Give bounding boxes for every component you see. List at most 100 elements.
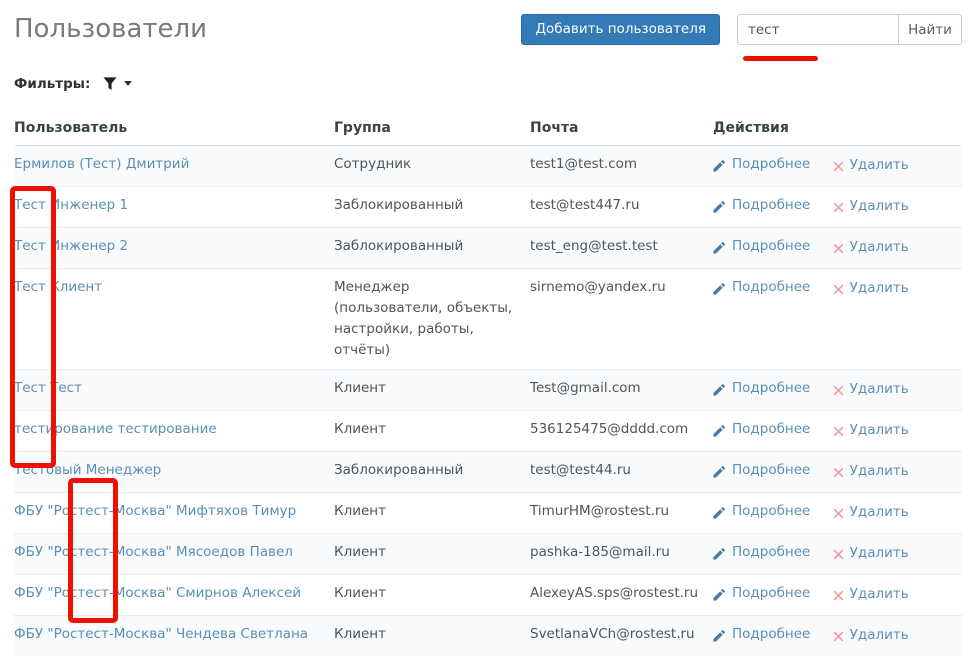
pencil-icon bbox=[713, 547, 726, 560]
filters-label: Фильтры: bbox=[14, 76, 90, 92]
actions-cell: Подробнее Удалить bbox=[713, 146, 962, 187]
group-cell: Клиент bbox=[334, 411, 530, 452]
user-link[interactable]: ФБУ "Ростест-Москва" Смирнов Алексей bbox=[14, 585, 301, 601]
user-cell: Ермилов (Тест) Дмитрий bbox=[14, 146, 334, 187]
user-link[interactable]: Тестовый Менеджер bbox=[14, 462, 161, 478]
delete-x-icon bbox=[833, 467, 844, 478]
user-cell: Тест Клиент bbox=[14, 269, 334, 370]
user-cell: Тест Инженер 2 bbox=[14, 228, 334, 269]
delete-link-label: Удалить bbox=[850, 155, 909, 176]
email-cell: test@test447.ru bbox=[530, 187, 713, 228]
delete-link[interactable]: Удалить bbox=[833, 155, 909, 176]
user-link[interactable]: Тест Тест bbox=[14, 380, 82, 396]
details-link[interactable]: Подробнее bbox=[713, 624, 810, 645]
actions-cell: Подробнее Удалить bbox=[713, 575, 962, 616]
details-link-label: Подробнее bbox=[732, 583, 810, 604]
user-link[interactable]: Ермилов (Тест) Дмитрий bbox=[14, 156, 189, 172]
user-link[interactable]: тестирование тестирование bbox=[14, 421, 217, 437]
search-input[interactable] bbox=[737, 14, 899, 45]
email-cell: TimurHM@rostest.ru bbox=[530, 493, 713, 534]
table-row: ФБУ "Ростест-Москва" Мясоедов Павел Клие… bbox=[14, 534, 962, 575]
group-cell: Заблокированный bbox=[334, 452, 530, 493]
details-link-label: Подробнее bbox=[732, 154, 810, 175]
details-link[interactable]: Подробнее bbox=[713, 378, 810, 399]
user-link[interactable]: ФБУ "Ростест-Москва" Чендева Светлана bbox=[14, 626, 308, 642]
actions-cell: Подробнее Удалить bbox=[713, 452, 962, 493]
details-link-label: Подробнее bbox=[732, 460, 810, 481]
group-cell: Сотрудник bbox=[334, 146, 530, 187]
email-cell: test@test44.ru bbox=[530, 452, 713, 493]
group-cell: Клиент bbox=[334, 534, 530, 575]
column-header-group: Группа bbox=[334, 115, 530, 146]
table-row: ФБУ "Ростест-Москва" Смирнов Алексей Кли… bbox=[14, 575, 962, 616]
pencil-icon bbox=[713, 383, 726, 396]
user-cell: тестирование тестирование bbox=[14, 411, 334, 452]
delete-link[interactable]: Удалить bbox=[833, 278, 909, 299]
column-header-actions: Действия bbox=[713, 115, 962, 146]
table-row: Тест Клиент Менеджер (пользователи, объе… bbox=[14, 269, 962, 370]
email-cell: AlexeyAS.sps@rostest.ru bbox=[530, 575, 713, 616]
email-cell: sirnemo@yandex.ru bbox=[530, 269, 713, 370]
actions-cell: Подробнее Удалить bbox=[713, 269, 962, 370]
add-user-button[interactable]: Добавить пользователя bbox=[521, 14, 720, 45]
email-cell: 536125475@dddd.com bbox=[530, 411, 713, 452]
details-link[interactable]: Подробнее bbox=[713, 236, 810, 257]
user-link[interactable]: Тест Клиент bbox=[14, 279, 102, 295]
delete-x-icon bbox=[833, 426, 844, 437]
delete-link[interactable]: Удалить bbox=[833, 543, 909, 564]
details-link[interactable]: Подробнее bbox=[713, 277, 810, 298]
users-table-body: Ермилов (Тест) Дмитрий Сотрудник test1@t… bbox=[14, 146, 962, 656]
details-link[interactable]: Подробнее bbox=[713, 419, 810, 440]
details-link[interactable]: Подробнее bbox=[713, 195, 810, 216]
user-cell: Тестовый Менеджер bbox=[14, 452, 334, 493]
table-row: Тест Инженер 2 Заблокированный test_eng@… bbox=[14, 228, 962, 269]
delete-link-label: Удалить bbox=[850, 502, 909, 523]
delete-link[interactable]: Удалить bbox=[833, 502, 909, 523]
delete-link-label: Удалить bbox=[850, 196, 909, 217]
email-cell: SvetlanaVCh@rostest.ru bbox=[530, 616, 713, 656]
actions-cell: Подробнее Удалить bbox=[713, 187, 962, 228]
delete-link[interactable]: Удалить bbox=[833, 625, 909, 646]
details-link[interactable]: Подробнее bbox=[713, 154, 810, 175]
table-row: ФБУ "Ростест-Москва" Мифтяхов Тимур Клие… bbox=[14, 493, 962, 534]
table-row: Тест Тест Клиент Test@gmail.com Подробне… bbox=[14, 370, 962, 411]
pencil-icon bbox=[713, 282, 726, 295]
annotation-red-underline bbox=[743, 56, 818, 61]
delete-x-icon bbox=[833, 631, 844, 642]
delete-link[interactable]: Удалить bbox=[833, 584, 909, 605]
column-header-user: Пользователь bbox=[14, 115, 334, 146]
search-button[interactable]: Найти bbox=[899, 14, 962, 45]
pencil-icon bbox=[713, 506, 726, 519]
user-cell: ФБУ "Ростест-Москва" Смирнов Алексей bbox=[14, 575, 334, 616]
delete-link[interactable]: Удалить bbox=[833, 237, 909, 258]
email-cell: test_eng@test.test bbox=[530, 228, 713, 269]
user-cell: ФБУ "Ростест-Москва" Мясоедов Павел bbox=[14, 534, 334, 575]
email-cell: test1@test.com bbox=[530, 146, 713, 187]
details-link[interactable]: Подробнее bbox=[713, 542, 810, 563]
user-link[interactable]: ФБУ "Ростест-Москва" Мифтяхов Тимур bbox=[14, 503, 296, 519]
filter-dropdown-toggle[interactable] bbox=[103, 76, 132, 91]
details-link[interactable]: Подробнее bbox=[713, 501, 810, 522]
user-link[interactable]: Тест Инженер 2 bbox=[14, 238, 128, 254]
details-link[interactable]: Подробнее bbox=[713, 460, 810, 481]
user-link[interactable]: ФБУ "Ростест-Москва" Мясоедов Павел bbox=[14, 544, 293, 560]
actions-cell: Подробнее Удалить bbox=[713, 228, 962, 269]
delete-link[interactable]: Удалить bbox=[833, 379, 909, 400]
chevron-down-icon bbox=[124, 81, 132, 86]
table-row: Ермилов (Тест) Дмитрий Сотрудник test1@t… bbox=[14, 146, 962, 187]
group-cell: Менеджер (пользователи, объекты, настрой… bbox=[334, 269, 530, 370]
delete-link-label: Удалить bbox=[850, 461, 909, 482]
details-link[interactable]: Подробнее bbox=[713, 583, 810, 604]
actions-cell: Подробнее Удалить bbox=[713, 616, 962, 656]
delete-x-icon bbox=[833, 202, 844, 213]
details-link-label: Подробнее bbox=[732, 542, 810, 563]
pencil-icon bbox=[713, 588, 726, 601]
delete-x-icon bbox=[833, 284, 844, 295]
filters-row: Фильтры: bbox=[14, 74, 962, 93]
user-link[interactable]: Тест Инженер 1 bbox=[14, 197, 128, 213]
delete-link[interactable]: Удалить bbox=[833, 461, 909, 482]
table-row: ФБУ "Ростест-Москва" Чендева Светлана Кл… bbox=[14, 616, 962, 656]
pencil-icon bbox=[713, 241, 726, 254]
delete-link[interactable]: Удалить bbox=[833, 420, 909, 441]
delete-link[interactable]: Удалить bbox=[833, 196, 909, 217]
